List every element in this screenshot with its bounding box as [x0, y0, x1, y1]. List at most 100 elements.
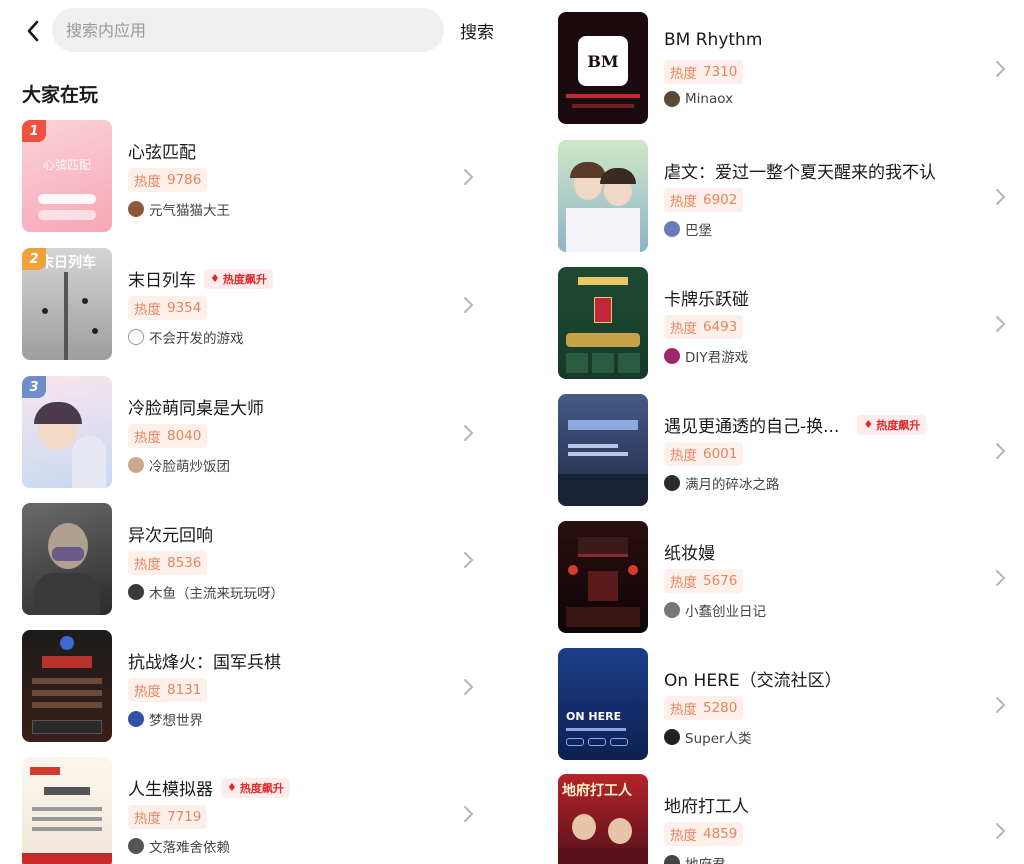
app-card[interactable]: 2 末日列车 末日列车 ♦ 热度飙升 热度 9354 不会开发的游戏	[22, 248, 482, 362]
app-thumbnail	[22, 757, 112, 864]
heat-badge: 热度 6493	[664, 315, 744, 339]
chevron-right-icon	[996, 443, 1006, 459]
app-card[interactable]: 纸妆嫚 热度 5676 小蠢创业日记	[558, 521, 1008, 635]
author-avatar	[664, 91, 680, 107]
author-name: 木鱼（主流来玩玩呀）	[149, 586, 284, 602]
app-thumbnail: 2 末日列车	[22, 248, 112, 360]
app-title: 心弦匹配	[128, 143, 196, 163]
app-card[interactable]: 人生模拟器 ♦ 热度飙升 热度 7719 文落难舍依赖	[22, 757, 482, 864]
author-avatar	[128, 329, 144, 345]
app-thumbnail	[558, 140, 648, 252]
app-card[interactable]: ON HERE On HERE（交流社区） 热度 5280 Super人类	[558, 648, 1008, 762]
flame-icon: ♦	[227, 781, 237, 794]
heat-badge: 热度 5676	[664, 569, 744, 593]
chevron-right-icon	[464, 425, 474, 441]
app-card[interactable]: 1 心弦匹配 心弦匹配 热度 9786 元气猫猫大王	[22, 120, 482, 234]
author-name: 文落难舍依赖	[149, 840, 230, 856]
app-card[interactable]: 地府打工人 地府打工人 热度4859 地府君	[558, 774, 1008, 864]
app-thumbnail: BM	[558, 12, 648, 124]
app-card[interactable]: 异次元回响 热度 8536 木鱼（主流来玩玩呀）	[22, 503, 482, 617]
chevron-right-icon	[996, 823, 1006, 839]
app-thumbnail: 3	[22, 376, 112, 488]
author-name: 地府君	[685, 853, 726, 864]
search-button[interactable]: 搜索	[460, 18, 494, 43]
flame-icon: ♦	[210, 272, 220, 285]
section-title: 大家在玩	[22, 84, 99, 106]
heat-badge: 热度 8040	[128, 424, 208, 448]
app-thumbnail: 1 心弦匹配	[22, 120, 112, 232]
app-thumbnail	[22, 630, 112, 742]
chevron-right-icon	[464, 169, 474, 185]
app-card[interactable]: 遇见更通透的自己-换... ♦ 热度飙升 热度 6001 满月的碎冰之路	[558, 394, 1008, 508]
hot-badge: ♦ 热度飙升	[221, 777, 290, 798]
heat-badge: 热度 6902	[664, 188, 744, 212]
chevron-right-icon	[996, 316, 1006, 332]
app-card[interactable]: 卡牌乐跃碰 热度 6493 DIY君游戏	[558, 267, 1008, 381]
author-name: 巴堡	[685, 223, 712, 239]
author-avatar	[128, 711, 144, 727]
app-title: 末日列车	[128, 271, 196, 291]
search-input[interactable]	[52, 8, 444, 52]
author-name: 小蠢创业日记	[685, 604, 766, 620]
heat-badge: 热度 8536	[128, 551, 208, 575]
back-button[interactable]	[18, 16, 48, 46]
chevron-right-icon	[996, 697, 1006, 713]
app-title: 虐文：爱过一整个夏天醒来的我不认	[664, 163, 936, 183]
heat-badge: 热度 7310	[664, 60, 744, 84]
app-card[interactable]: BM BM Rhythm 热度 7310 Minaox	[558, 12, 1008, 126]
author-avatar	[664, 348, 680, 364]
app-thumbnail	[558, 267, 648, 379]
author-avatar	[128, 838, 144, 854]
app-title: 抗战烽火：国军兵棋	[128, 653, 281, 673]
app-card[interactable]: 虐文：爱过一整个夏天醒来的我不认 热度 6902 巴堡	[558, 140, 1008, 254]
app-title: 卡牌乐跃碰	[664, 290, 749, 310]
app-thumbnail: 地府打工人	[558, 774, 648, 864]
rank-badge: 3	[22, 376, 46, 398]
app-thumbnail	[558, 521, 648, 633]
app-title: BM Rhythm	[664, 30, 763, 50]
heat-badge: 热度 9786	[128, 168, 208, 192]
author-avatar	[664, 729, 680, 745]
heat-badge: 热度 7719	[128, 805, 208, 829]
chevron-right-icon	[464, 297, 474, 313]
app-card[interactable]: 3 冷脸萌同桌是大师 热度 8040 冷脸萌炒饭团	[22, 376, 482, 490]
author-avatar	[664, 475, 680, 491]
app-title: On HERE（交流社区）	[664, 671, 842, 691]
chevron-right-icon	[996, 570, 1006, 586]
hot-badge: ♦ 热度飙升	[204, 268, 273, 289]
chevron-right-icon	[464, 679, 474, 695]
author-name: 满月的碎冰之路	[685, 477, 780, 493]
heat-badge: 热度 6001	[664, 442, 744, 466]
rank-badge: 2	[22, 248, 46, 270]
heat-badge: 热度 9354	[128, 296, 208, 320]
chevron-right-icon	[996, 189, 1006, 205]
app-thumbnail	[22, 503, 112, 615]
chevron-right-icon	[464, 552, 474, 568]
app-thumbnail	[558, 394, 648, 506]
author-avatar	[664, 855, 680, 864]
author-avatar	[128, 584, 144, 600]
flame-icon: ♦	[863, 418, 874, 431]
app-title: 纸妆嫚	[664, 544, 715, 564]
heat-badge: 热度 8131	[128, 678, 208, 702]
chevron-right-icon	[464, 806, 474, 822]
app-title: 人生模拟器	[128, 780, 213, 800]
author-name: DIY君游戏	[685, 350, 749, 366]
app-title: 遇见更通透的自己-换...	[664, 417, 840, 437]
chevron-right-icon	[996, 61, 1006, 77]
app-title: 冷脸萌同桌是大师	[128, 399, 264, 419]
hot-badge: ♦ 热度飙升	[857, 414, 927, 435]
heat-badge: 热度 4859	[664, 822, 744, 846]
author-avatar	[664, 602, 680, 618]
author-name: 梦想世界	[149, 713, 203, 729]
thumb-title: 心弦匹配	[42, 158, 91, 172]
rank-badge: 1	[22, 120, 46, 142]
thumb-title: 末日列车	[40, 255, 96, 271]
chevron-left-icon	[27, 20, 39, 42]
app-title: 地府打工人	[664, 797, 749, 817]
author-avatar	[128, 201, 144, 217]
app-card[interactable]: 抗战烽火：国军兵棋 热度 8131 梦想世界	[22, 630, 482, 744]
author-name: 元气猫猫大王	[149, 203, 230, 219]
author-avatar	[128, 457, 144, 473]
author-name: Minaox	[685, 91, 734, 107]
